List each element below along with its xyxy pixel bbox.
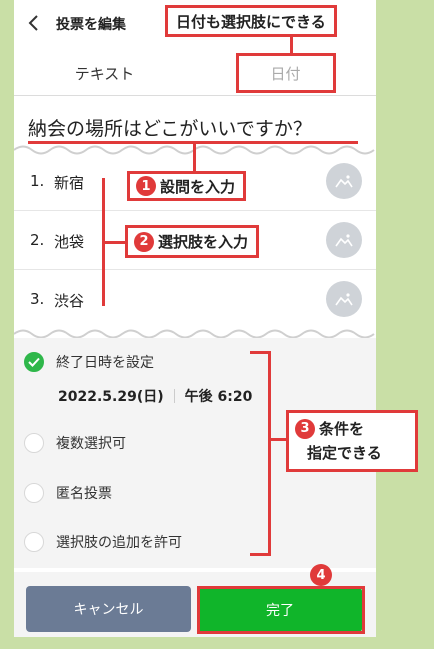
image-icon <box>335 234 353 247</box>
divider <box>173 389 175 403</box>
annotation-text: 条件を <box>319 420 365 438</box>
anonymous-toggle[interactable]: 匿名投票 <box>24 481 112 505</box>
annotation-text: 選択肢を入力 <box>158 233 249 251</box>
add-image-button[interactable] <box>326 281 362 317</box>
option-number: 3. <box>30 290 45 308</box>
date-value[interactable]: 2022.5.29(日) <box>58 386 164 406</box>
end-date-value[interactable]: 2022.5.29(日) 午後 6:20 <box>58 386 252 406</box>
add-image-button[interactable] <box>326 222 362 258</box>
step-number: 2 <box>134 231 154 252</box>
checkbox[interactable] <box>24 532 44 552</box>
time-value[interactable]: 午後 6:20 <box>185 386 253 406</box>
checkbox[interactable] <box>24 483 44 503</box>
option-text[interactable]: 新宿 <box>54 172 84 193</box>
option-item[interactable]: 3. 渋谷 <box>14 270 376 329</box>
option-text[interactable]: 渋谷 <box>54 290 84 311</box>
question-input[interactable]: 納会の場所はどこがいいですか？ <box>28 114 312 141</box>
highlight-date-tab <box>236 53 336 93</box>
page-title: 投票を編集 <box>56 17 126 33</box>
annotation-step3: 3 条件を 指定できる <box>286 410 418 472</box>
add-image-button[interactable] <box>326 163 362 199</box>
annotation-text: 設問を入力 <box>160 177 236 196</box>
multi-select-toggle[interactable]: 複数選択可 <box>24 431 126 455</box>
annotation-connector <box>268 438 288 441</box>
annotation-connector <box>290 37 293 54</box>
image-icon <box>335 293 353 306</box>
cancel-button[interactable]: キャンセル <box>26 586 191 632</box>
phone-screen: 投票を編集 テキスト 日付 納会の場所はどこがいいですか？ 1. 新宿 2. 池… <box>14 0 376 637</box>
back-button[interactable] <box>20 8 46 38</box>
option-number: 2. <box>30 231 45 249</box>
option-number: 1. <box>30 172 45 190</box>
annotation-text: 指定できる <box>307 444 382 462</box>
annotation-date-choice: 日付も選択肢にできる <box>165 5 337 37</box>
step-number: 3 <box>295 419 315 439</box>
end-date-toggle[interactable]: 終了日時を設定 <box>24 350 154 374</box>
chevron-left-icon <box>28 15 38 31</box>
annotation-connector <box>102 241 126 244</box>
highlight-done-button <box>197 586 365 634</box>
annotation-line: 3 条件を <box>295 417 364 441</box>
annotation-bracket <box>250 351 270 354</box>
allow-add-label: 選択肢の追加を許可 <box>56 535 182 551</box>
anonymous-label: 匿名投票 <box>56 486 112 502</box>
annotation-step1: 1 設問を入力 <box>127 171 247 201</box>
multi-select-label: 複数選択可 <box>56 436 126 452</box>
allow-add-toggle[interactable]: 選択肢の追加を許可 <box>24 530 182 554</box>
annotation-bracket <box>268 351 271 556</box>
annotation-bracket <box>250 553 270 556</box>
checkbox-checked[interactable] <box>24 352 44 372</box>
checkbox[interactable] <box>24 433 44 453</box>
annotation-step2: 2 選択肢を入力 <box>125 225 260 258</box>
annotation-text: 日付も選択肢にできる <box>176 12 326 31</box>
end-date-label: 終了日時を設定 <box>56 355 154 371</box>
step-number: 1 <box>136 176 156 196</box>
image-icon <box>335 175 353 188</box>
step-number: 4 <box>310 564 332 586</box>
check-icon <box>28 357 40 367</box>
annotation-connector <box>193 143 196 173</box>
tab-text[interactable]: テキスト <box>14 50 195 96</box>
option-text[interactable]: 池袋 <box>54 231 84 252</box>
